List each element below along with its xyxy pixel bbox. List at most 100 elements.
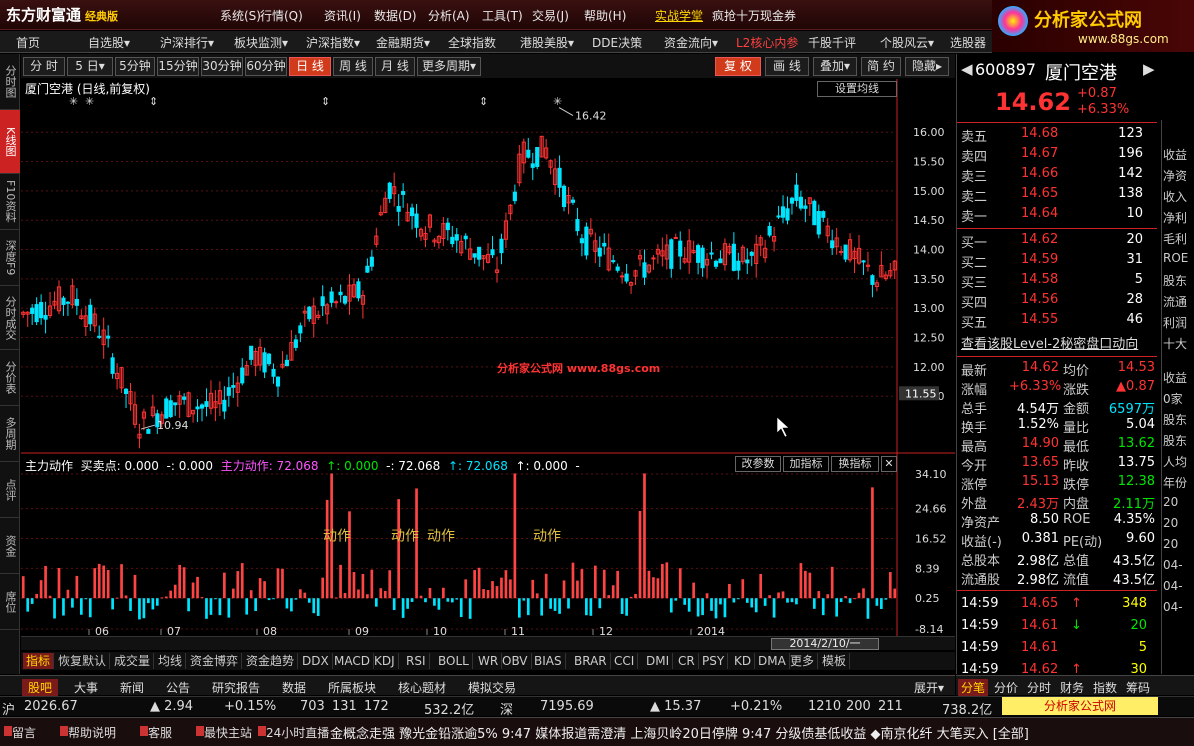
footer-item-3[interactable]: 最快主站 <box>204 724 252 741</box>
menu-1[interactable]: 行情(Q) <box>260 7 303 23</box>
period-9[interactable]: 更多周期▾ <box>417 57 481 76</box>
ind-tab-6[interactable]: DDX <box>299 653 333 669</box>
nav-6[interactable]: 全球指数 <box>448 34 496 50</box>
left-tab-9[interactable]: 席位 <box>0 574 20 630</box>
nav-2[interactable]: 沪深排行▾ <box>160 34 214 50</box>
period-0[interactable]: 分 时 <box>23 57 65 76</box>
news-ticker[interactable]: 金概念走强 豫光金铅涨逾5% 9:47 媒体报道需澄清 上海贝岭20日停牌 9:… <box>330 723 1029 742</box>
tool-4[interactable]: 隐藏▸ <box>905 57 949 76</box>
ind-tab-4[interactable]: 资金博弈 <box>187 653 243 669</box>
detail-tab-5[interactable]: 筹码 <box>1123 679 1153 696</box>
left-tab-1[interactable]: K线图 <box>0 110 20 174</box>
nav-0[interactable]: 首页 <box>16 34 40 50</box>
kline-chart[interactable]: 16.00 15.50 15.00 14.50 14.00 13.50 13.00 12.50… <box>21 79 955 638</box>
nav-3[interactable]: 板块监测▾ <box>234 34 288 50</box>
next-stock-icon[interactable]: ▶ <box>1143 60 1155 78</box>
ind-tab-12[interactable]: OBV <box>499 653 532 669</box>
chart-area[interactable]: 16.00 15.50 15.00 14.50 14.00 13.50 13.00 12.50… <box>21 79 955 638</box>
period-8[interactable]: 月 线 <box>375 57 415 76</box>
detail-tab-1[interactable]: 分价 <box>991 679 1021 696</box>
tool-2[interactable]: 叠加▾ <box>813 57 857 76</box>
info-tab-5[interactable]: 数据 <box>276 679 312 696</box>
footer-item-1[interactable]: 帮助说明 <box>68 724 116 741</box>
period-1[interactable]: 5 日▾ <box>67 57 113 76</box>
menu-3[interactable]: 数据(D) <box>374 7 417 23</box>
promo-cash[interactable]: 疯抢十万现金券 <box>712 7 796 23</box>
ind-btn-2[interactable]: 换指标 <box>831 456 879 472</box>
menu-7[interactable]: 帮助(H) <box>584 7 626 23</box>
set-ma-button[interactable]: 设置均线 <box>817 81 897 97</box>
period-3[interactable]: 15分钟 <box>157 57 199 76</box>
period-4[interactable]: 30分钟 <box>201 57 243 76</box>
period-6[interactable]: 日 线 <box>289 57 331 76</box>
nav-12[interactable]: 个股风云▾ <box>880 34 934 50</box>
footer-item-0[interactable]: 留言 <box>12 724 36 741</box>
ind-tab-18[interactable]: PSY <box>699 653 729 669</box>
tool-0[interactable]: 复 权 <box>715 57 761 76</box>
detail-tab-3[interactable]: 财务 <box>1057 679 1087 696</box>
info-tab-1[interactable]: 大事 <box>68 679 104 696</box>
ind-tab-10[interactable]: BOLL <box>435 653 473 669</box>
ind-tab-17[interactable]: CR <box>675 653 699 669</box>
nav-5[interactable]: 金融期货▾ <box>376 34 430 50</box>
ind-tab-0[interactable]: 指标 <box>23 653 55 669</box>
ind-btn-1[interactable]: 加指标 <box>783 456 829 472</box>
left-tab-8[interactable]: 资金 <box>0 518 20 574</box>
footer-item-2[interactable]: 客服 <box>148 724 172 741</box>
ind-tab-16[interactable]: DMI <box>643 653 674 669</box>
nav-11[interactable]: 千股千评 <box>808 34 856 50</box>
menu-2[interactable]: 资讯(I) <box>324 7 361 23</box>
ind-btn-0[interactable]: 改参数 <box>735 456 781 472</box>
info-tab-2[interactable]: 新闻 <box>114 679 150 696</box>
ind-tab-21[interactable]: 更多 <box>787 653 819 669</box>
ind-tab-8[interactable]: KDJ <box>371 653 399 669</box>
ind-tab-14[interactable]: BRAR <box>571 653 611 669</box>
ind-tab-7[interactable]: MACD <box>331 653 374 669</box>
left-tab-3[interactable]: 深度F9 <box>0 230 20 286</box>
menu-4[interactable]: 分析(A) <box>428 7 470 23</box>
info-tab-6[interactable]: 所属板块 <box>322 679 382 696</box>
detail-tab-2[interactable]: 分时 <box>1024 679 1054 696</box>
tool-1[interactable]: 画 线 <box>765 57 809 76</box>
nav-13[interactable]: 选股器 <box>950 34 986 50</box>
period-5[interactable]: 60分钟 <box>245 57 287 76</box>
brand-banner[interactable]: 分析家公式网 www.88gs.com <box>992 0 1194 52</box>
left-tab-5[interactable]: 分价表 <box>0 350 20 406</box>
ind-tab-15[interactable]: CCI <box>611 653 639 669</box>
chart-scrollbar[interactable]: 2014/2/10/一 <box>21 636 955 650</box>
left-tab-0[interactable]: 分时图 <box>0 54 20 110</box>
ind-btn-3[interactable]: ✕ <box>881 456 897 472</box>
promo-banner[interactable]: 分析家公式网 www.88gs.com <box>1002 697 1158 731</box>
tool-3[interactable]: 简 约 <box>861 57 901 76</box>
prev-stock-icon[interactable]: ◀ <box>961 60 973 78</box>
detail-tab-4[interactable]: 指数 <box>1090 679 1120 696</box>
ind-tab-9[interactable]: RSI <box>403 653 430 669</box>
left-tab-6[interactable]: 多周期 <box>0 406 20 462</box>
nav-8[interactable]: DDE决策 <box>592 34 642 50</box>
nav-10[interactable]: L2核心内参 <box>736 34 798 50</box>
nav-1[interactable]: 自选股▾ <box>88 34 130 50</box>
info-tab-0[interactable]: 股吧 <box>22 679 59 696</box>
level2-link[interactable]: 查看该股Level-2秘密盘口动向 <box>961 333 1138 352</box>
nav-7[interactable]: 港股美股▾ <box>520 34 574 50</box>
ind-tab-22[interactable]: 模板 <box>819 653 851 669</box>
left-tab-2[interactable]: F10资料 <box>0 174 20 230</box>
footer-item-4[interactable]: 24小时直播 <box>266 724 329 741</box>
menu-6[interactable]: 交易(J) <box>532 7 569 23</box>
ind-tab-3[interactable]: 均线 <box>155 653 187 669</box>
ind-tab-19[interactable]: KD <box>731 653 756 669</box>
info-tab-8[interactable]: 模拟交易 <box>462 679 522 696</box>
info-tab-7[interactable]: 核心题材 <box>392 679 452 696</box>
nav-4[interactable]: 沪深指数▾ <box>306 34 360 50</box>
period-2[interactable]: 5分钟 <box>115 57 155 76</box>
promo-learn[interactable]: 实战学堂 <box>655 7 703 23</box>
left-tab-4[interactable]: 分时成交 <box>0 286 20 350</box>
ind-tab-1[interactable]: 恢复默认 <box>55 653 111 669</box>
expand-button[interactable]: 展开▾ <box>914 679 944 696</box>
nav-9[interactable]: 资金流向▾ <box>664 34 718 50</box>
left-tab-7[interactable]: 点评 <box>0 462 20 518</box>
ind-tab-13[interactable]: BIAS <box>531 653 566 669</box>
ind-tab-2[interactable]: 成交量 <box>111 653 155 669</box>
period-7[interactable]: 周 线 <box>333 57 373 76</box>
info-tab-4[interactable]: 研究报告 <box>206 679 266 696</box>
